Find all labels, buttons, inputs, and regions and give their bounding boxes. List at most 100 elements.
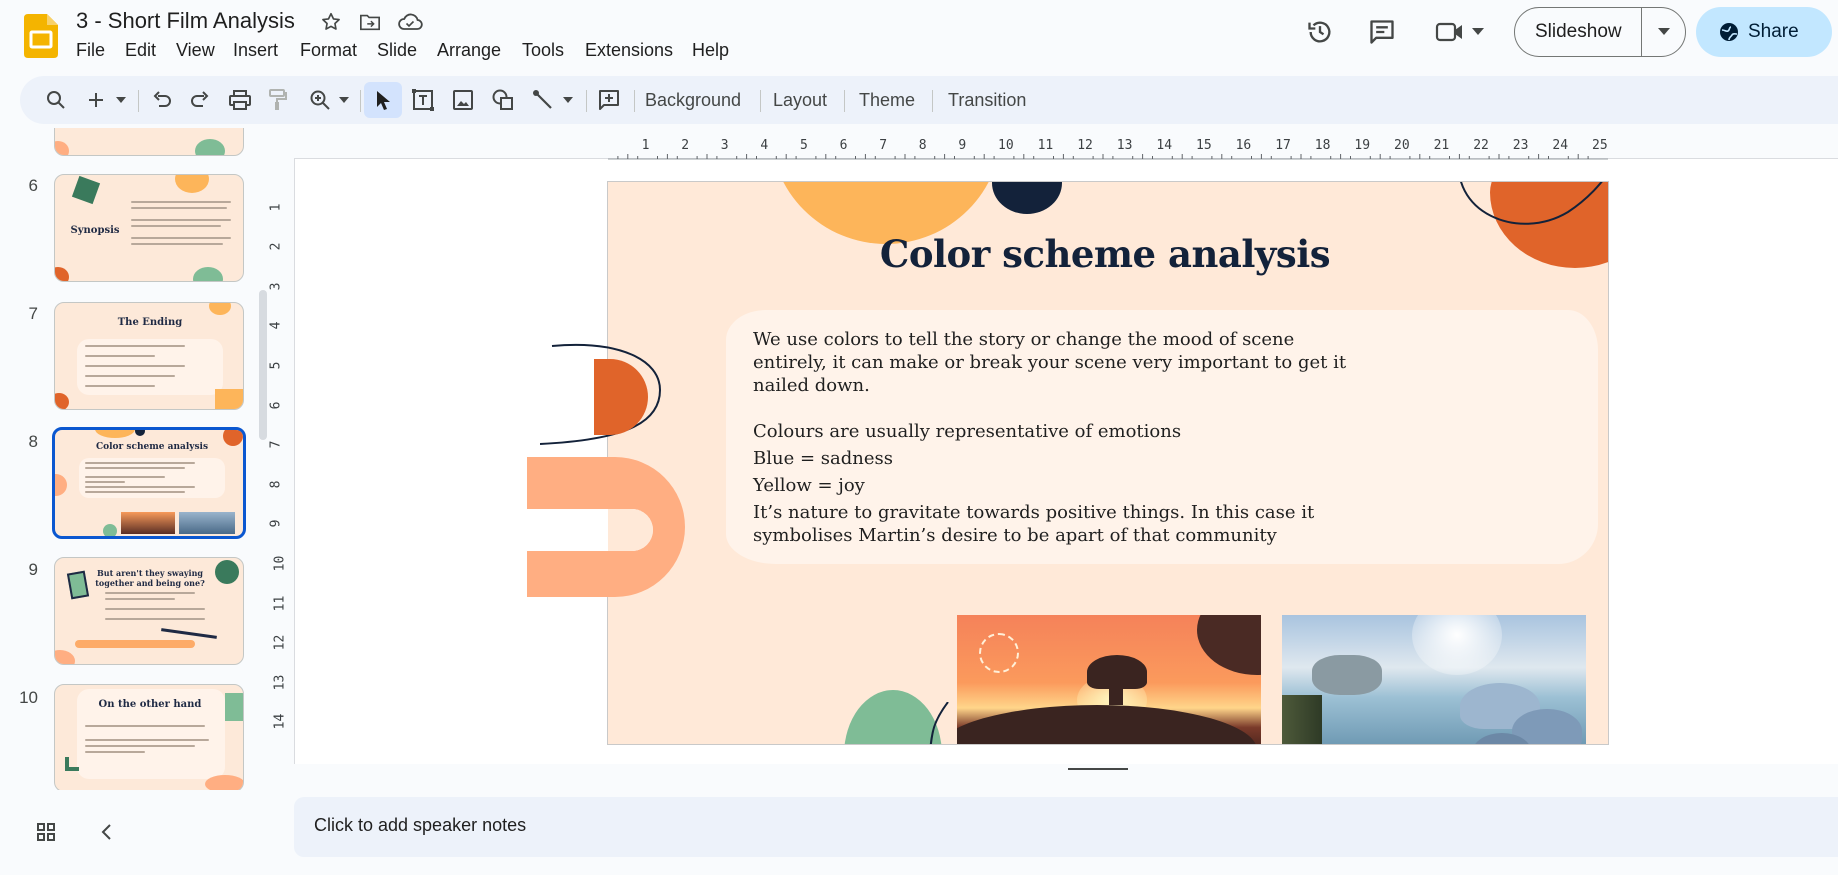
undo-icon[interactable] (146, 84, 178, 116)
vertical-ruler[interactable]: 1 2 3 4 5 6 7 8 9 10 11 12 13 14 (268, 160, 294, 760)
menu-format[interactable]: Format (300, 40, 357, 61)
shape-decoration (225, 693, 243, 721)
shape-icon[interactable] (486, 84, 520, 116)
ruler-tick-label: 22 (1473, 138, 1489, 153)
speaker-notes-placeholder[interactable]: Click to add speaker notes (314, 815, 526, 836)
new-slide-dropdown-icon[interactable] (110, 84, 132, 116)
shape-decoration (215, 560, 239, 584)
thumb-text-line (85, 725, 205, 727)
menu-view[interactable]: View (176, 40, 215, 61)
move-folder-icon[interactable] (357, 9, 383, 35)
filmstrip-scrollbar[interactable] (259, 290, 267, 440)
star-icon[interactable] (318, 9, 344, 35)
slide-canvas[interactable]: Color scheme analysis We use colors to t… (607, 181, 1609, 745)
body-line: Colours are usually representative of em… (753, 421, 1182, 442)
menu-extensions[interactable]: Extensions (585, 40, 673, 61)
filmstrip[interactable]: 6 Synopsis 7 The Ending 8 Color scheme a… (0, 128, 270, 790)
ruler-tick-label: 13 (272, 674, 288, 691)
line-shape[interactable] (928, 702, 958, 745)
menu-tools[interactable]: Tools (522, 40, 564, 61)
theme-button[interactable]: Theme (859, 84, 915, 116)
navy-circle-shape[interactable] (992, 182, 1062, 214)
laurel-logo-icon (979, 633, 1019, 673)
menu-insert[interactable]: Insert (233, 40, 278, 61)
text-box-icon[interactable] (406, 84, 440, 116)
redo-icon[interactable] (184, 84, 216, 116)
add-comment-icon[interactable] (592, 84, 626, 116)
shape-decoration (75, 640, 195, 648)
ruler-tick-label: 4 (760, 138, 769, 153)
thumb-image-lake (179, 512, 235, 534)
slides-logo-icon[interactable] (24, 14, 58, 58)
shape-decoration (103, 524, 117, 536)
line-icon[interactable] (526, 84, 560, 116)
slideshow-dropdown-icon[interactable] (1643, 8, 1685, 56)
comments-icon[interactable] (1366, 16, 1398, 48)
cloud-saved-icon[interactable] (396, 9, 424, 35)
share-button[interactable]: Share (1696, 7, 1832, 57)
document-title[interactable]: 3 - Short Film Analysis (76, 8, 295, 34)
grid-view-icon[interactable] (32, 818, 60, 846)
paint-format-icon[interactable] (262, 84, 294, 116)
scroll-indicator (1068, 768, 1128, 770)
ruler-tick-label: 19 (1354, 138, 1371, 153)
ruler-tick-label: 7 (879, 138, 888, 153)
slide-thumbnail-8[interactable]: Color scheme analysis (52, 427, 246, 539)
slide-body-text[interactable]: We use colors to tell the story or chang… (753, 328, 1353, 547)
thumb-title: Color scheme analysis (95, 442, 209, 452)
body-line: It’s nature to gravitate towards positiv… (753, 502, 1315, 546)
slide-title[interactable]: Color scheme analysis (780, 232, 1430, 276)
menu-arrange[interactable]: Arrange (437, 40, 501, 61)
version-history-icon[interactable] (1304, 16, 1336, 48)
sunset-film-still-image[interactable] (957, 615, 1261, 744)
top-bar: 3 - Short Film Analysis File Edit View I… (0, 0, 1838, 72)
slide-thumbnail-6[interactable]: Synopsis (54, 174, 244, 282)
meet-camera-icon[interactable] (1434, 16, 1466, 48)
transition-button[interactable]: Transition (948, 84, 1026, 116)
shape-decoration (209, 303, 231, 315)
ruler-tick-label: 10 (998, 138, 1014, 153)
slide-thumbnail-5[interactable] (54, 128, 244, 156)
slide-thumbnail-10[interactable]: On the other hand (54, 684, 244, 790)
speaker-notes[interactable]: Click to add speaker notes (294, 797, 1838, 857)
thumb-text-line (131, 225, 221, 227)
ruler-tick-label: 3 (268, 282, 284, 291)
new-slide-icon[interactable] (82, 84, 110, 116)
ruler-tick-label: 12 (272, 634, 288, 651)
zoom-dropdown-icon[interactable] (334, 84, 354, 116)
collapse-filmstrip-icon[interactable] (92, 818, 120, 846)
shape-decoration (135, 430, 145, 436)
slide-thumbnail-9[interactable]: But aren't they swaying together and bei… (54, 557, 244, 665)
insert-image-icon[interactable] (446, 84, 480, 116)
shape-decoration (175, 175, 209, 193)
search-menus-icon[interactable] (40, 84, 72, 116)
slide-number: 7 (28, 304, 38, 323)
line-arc-shape[interactable] (1448, 181, 1609, 252)
ruler-tick-label: 17 (1275, 138, 1291, 153)
line-dropdown-icon[interactable] (558, 84, 578, 116)
ruler-tick-label: 7 (268, 440, 284, 449)
menu-file[interactable]: File (76, 40, 105, 61)
menu-edit[interactable]: Edit (125, 40, 156, 61)
thumb-text-line (85, 355, 155, 357)
slide-thumbnail-7[interactable]: The Ending (54, 302, 244, 410)
slide-number: 10 (19, 688, 38, 707)
menu-help[interactable]: Help (692, 40, 729, 61)
ruler-tick-label: 11 (272, 595, 288, 611)
reeds (1282, 695, 1322, 744)
slideshow-button[interactable]: Slideshow (1535, 21, 1622, 43)
layout-button[interactable]: Layout (773, 84, 827, 116)
thumb-text-line (85, 462, 195, 464)
select-tool-icon[interactable] (364, 82, 402, 118)
meet-dropdown-icon[interactable] (1468, 22, 1488, 42)
thumb-title: On the other hand (98, 699, 202, 710)
thumb-text-line (131, 243, 223, 245)
mushroom-lake-image[interactable] (1282, 615, 1586, 744)
print-icon[interactable] (224, 84, 256, 116)
hill-silhouette (957, 705, 1257, 744)
zoom-icon[interactable] (304, 84, 336, 116)
background-button[interactable]: Background (645, 84, 741, 116)
thumb-text-line (105, 618, 205, 620)
menu-slide[interactable]: Slide (377, 40, 417, 61)
thumb-text-line (85, 345, 185, 347)
